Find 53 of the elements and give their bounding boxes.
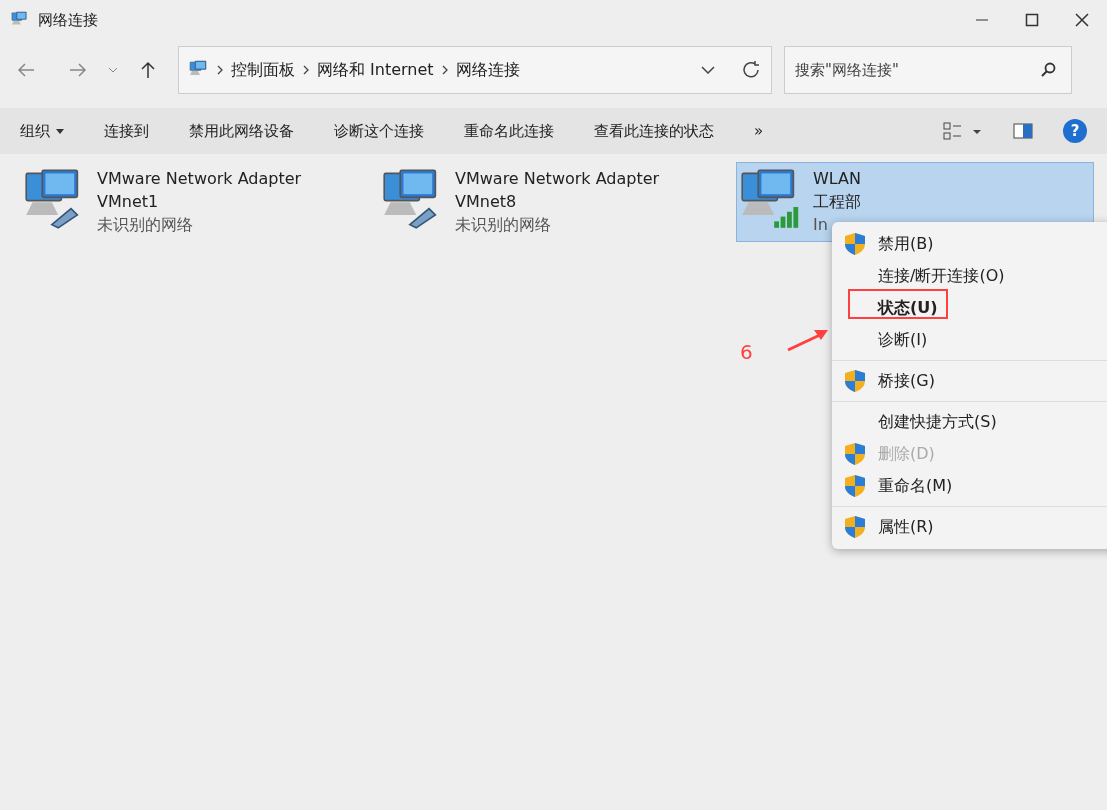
toolbar-button[interactable]: » [754, 122, 764, 140]
chevron-down-icon[interactable] [701, 66, 715, 74]
adapter-name: VMware Network Adapter [97, 168, 302, 190]
help-button[interactable]: ? [1063, 119, 1087, 143]
menu-item[interactable]: 重命名(M) [832, 470, 1107, 502]
window-title: 网络连接 [38, 10, 98, 30]
menu-item[interactable]: 诊断(I) [832, 324, 1107, 356]
shield-icon [844, 232, 866, 256]
shield-icon [844, 442, 866, 466]
breadcrumb[interactable]: 网络连接 [455, 59, 520, 81]
refresh-icon[interactable] [741, 60, 761, 80]
network-connection[interactable]: VMware Network Adapter VMnet1 未识别的网络 [20, 162, 378, 242]
shield-icon [844, 474, 866, 498]
shield-icon [844, 369, 866, 393]
shield-icon [844, 515, 866, 539]
breadcrumb[interactable]: 网络和 Internet [317, 59, 434, 81]
adapter-status: 未识别的网络 [455, 214, 552, 236]
search-field[interactable]: 搜索"网络连接" [784, 46, 1072, 94]
adapter-device: 工程部 [813, 191, 861, 213]
toolbar-button[interactable]: 组织 [20, 121, 64, 141]
close-icon[interactable] [1075, 13, 1089, 27]
forward-arrow-icon[interactable] [69, 62, 87, 78]
caret-icon[interactable] [108, 67, 118, 73]
adapter-status: In [813, 214, 829, 236]
breadcrumb[interactable]: 控制面板 [231, 59, 295, 81]
menu-item[interactable]: 桥接(G) [832, 365, 1107, 397]
view-options-icon[interactable] [943, 122, 983, 140]
menu-item[interactable]: 创建快捷方式(S) [832, 406, 1107, 438]
up-arrow-icon[interactable] [140, 61, 156, 79]
search-icon[interactable] [1040, 62, 1056, 78]
maximize-icon[interactable] [1025, 13, 1039, 27]
chevron-icon [441, 65, 448, 75]
chevron-icon [303, 65, 309, 75]
adapter-device: VMnet8 [455, 191, 518, 213]
address-bar[interactable]: 控制面板 网络和 Internet 网络连接 [178, 46, 772, 94]
annotation-number: 6 [740, 340, 753, 364]
toolbar-button[interactable]: 查看此连接的状态 [594, 121, 714, 141]
adapter-status: 未识别的网络 [97, 214, 194, 236]
adapter-name: WLAN [813, 168, 861, 190]
chevron-icon [217, 65, 223, 75]
menu-item[interactable]: 状态(U) [832, 292, 1107, 324]
toolbar-button[interactable]: 连接到 [104, 121, 149, 141]
caret-icon [56, 128, 64, 134]
toolbar-button[interactable]: 诊断这个连接 [334, 121, 424, 141]
toolbar-button[interactable]: 重命名此连接 [464, 121, 554, 141]
preview-pane-icon[interactable] [1013, 123, 1033, 139]
toolbar-button[interactable]: 禁用此网络设备 [189, 121, 294, 141]
adapter-name: VMware Network Adapter [455, 168, 660, 190]
network-connection[interactable]: VMware Network Adapter VMnet8 未识别的网络 [378, 162, 736, 242]
adapter-device: VMnet1 [97, 191, 160, 213]
menu-item[interactable]: 属性(R) [832, 511, 1107, 543]
menu-item[interactable]: 连接/断开连接(O) [832, 260, 1107, 292]
back-arrow-icon[interactable] [17, 62, 35, 78]
